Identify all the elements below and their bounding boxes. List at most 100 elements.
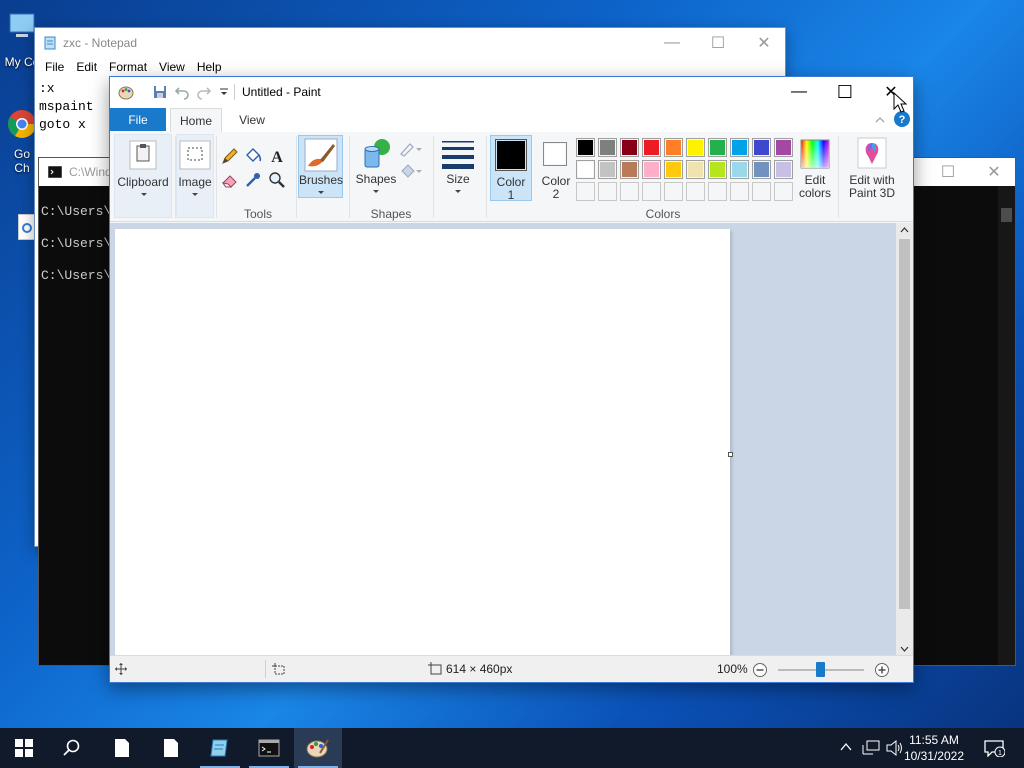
- maximize-button[interactable]: ☐: [925, 158, 971, 186]
- console-line: C:\Users\: [41, 236, 112, 251]
- save-icon[interactable]: [152, 84, 168, 100]
- color-swatch[interactable]: [576, 160, 595, 179]
- color-swatch[interactable]: [620, 160, 639, 179]
- color-swatch[interactable]: [576, 138, 595, 157]
- scroll-down-icon[interactable]: [900, 646, 909, 652]
- paint-titlebar[interactable]: Untitled - Paint — ☐ ✕: [110, 77, 913, 107]
- cmd-scrollbar[interactable]: [998, 186, 1015, 665]
- collapse-ribbon-icon[interactable]: [874, 115, 886, 125]
- color-swatch[interactable]: [752, 182, 771, 201]
- color2-button[interactable]: Color 2: [536, 135, 578, 201]
- color-swatch[interactable]: [664, 138, 683, 157]
- notepad-title: zxc - Notepad: [63, 36, 138, 50]
- color-swatch[interactable]: [752, 138, 771, 157]
- taskbar-file-2[interactable]: [147, 728, 195, 768]
- color-swatch[interactable]: [774, 138, 793, 157]
- magnifier-icon[interactable]: [267, 170, 287, 190]
- taskbar-paint[interactable]: [294, 728, 342, 768]
- paint-window[interactable]: Untitled - Paint — ☐ ✕ File Home View ? …: [109, 76, 914, 683]
- taskbar-cmd[interactable]: [245, 728, 293, 768]
- taskbar-notepad[interactable]: [196, 728, 244, 768]
- color-swatch[interactable]: [752, 160, 771, 179]
- zoom-in-icon[interactable]: [874, 662, 890, 678]
- canvas-resize-handle[interactable]: [728, 452, 733, 457]
- canvas-area[interactable]: [110, 223, 898, 656]
- close-button[interactable]: ✕: [971, 158, 1017, 186]
- color-swatch[interactable]: [664, 182, 683, 201]
- minimize-button[interactable]: —: [649, 28, 695, 58]
- notepad-titlebar[interactable]: zxc - Notepad — ☐ ✕: [35, 28, 785, 58]
- taskbar-file-1[interactable]: [98, 728, 146, 768]
- size-button[interactable]: Size: [437, 134, 479, 200]
- color-swatch[interactable]: [598, 138, 617, 157]
- redo-icon[interactable]: [196, 84, 212, 100]
- scroll-thumb[interactable]: [899, 239, 910, 609]
- fill-icon[interactable]: [398, 162, 424, 180]
- system-clock[interactable]: 11:55 AM 10/31/2022: [904, 732, 964, 764]
- color-swatch[interactable]: [642, 138, 661, 157]
- color-swatch[interactable]: [686, 138, 705, 157]
- maximize-button[interactable]: ☐: [822, 77, 868, 107]
- color-swatch[interactable]: [730, 182, 749, 201]
- pencil-icon[interactable]: [220, 146, 240, 166]
- paint-app-icon[interactable]: [118, 84, 134, 100]
- image-button[interactable]: Image: [176, 134, 214, 218]
- zoom-out-icon[interactable]: [752, 662, 768, 678]
- notification-icon[interactable]: 1: [983, 739, 1005, 757]
- scroll-up-icon[interactable]: [900, 227, 909, 233]
- undo-icon[interactable]: [174, 84, 190, 100]
- notepad-text-area[interactable]: :x mspaint goto x: [39, 80, 94, 134]
- chevron-up-icon[interactable]: [840, 742, 852, 752]
- minimize-button[interactable]: —: [776, 77, 822, 107]
- close-button[interactable]: ✕: [868, 77, 914, 107]
- brushes-button[interactable]: Brushes: [298, 135, 343, 198]
- color-swatch[interactable]: [774, 182, 793, 201]
- color-swatch[interactable]: [708, 182, 727, 201]
- network-icon[interactable]: [862, 740, 880, 756]
- color-swatch[interactable]: [664, 160, 683, 179]
- outline-icon[interactable]: [398, 140, 424, 158]
- eraser-icon[interactable]: [220, 170, 240, 190]
- color-swatch[interactable]: [576, 182, 595, 201]
- drawing-canvas[interactable]: [115, 229, 730, 656]
- menu-help[interactable]: Help: [191, 58, 228, 78]
- close-button[interactable]: ✕: [741, 28, 787, 58]
- canvas-vertical-scrollbar[interactable]: [896, 223, 913, 656]
- color-swatch[interactable]: [620, 182, 639, 201]
- color-swatch[interactable]: [708, 160, 727, 179]
- volume-icon[interactable]: [886, 740, 904, 756]
- scroll-thumb[interactable]: [1001, 208, 1012, 222]
- menu-file[interactable]: File: [39, 58, 70, 78]
- maximize-icon: ☐: [940, 164, 956, 181]
- color-swatch[interactable]: [620, 138, 639, 157]
- menu-edit[interactable]: Edit: [70, 58, 103, 78]
- color-swatch[interactable]: [708, 138, 727, 157]
- color-swatch[interactable]: [730, 160, 749, 179]
- color-swatch[interactable]: [598, 160, 617, 179]
- start-button[interactable]: [0, 728, 48, 768]
- color-swatch[interactable]: [598, 182, 617, 201]
- tab-view[interactable]: View: [228, 108, 276, 132]
- color-swatch[interactable]: [686, 160, 705, 179]
- color-picker-icon[interactable]: [243, 170, 263, 190]
- zoom-slider-thumb[interactable]: [816, 662, 825, 677]
- customize-quick-access-icon[interactable]: [216, 84, 232, 100]
- edit-with-paint3d-button[interactable]: Edit with Paint 3D: [842, 134, 902, 200]
- menu-format[interactable]: Format: [103, 58, 153, 78]
- clipboard-button[interactable]: Clipboard: [114, 134, 172, 218]
- color-swatch[interactable]: [686, 182, 705, 201]
- menu-view[interactable]: View: [153, 58, 191, 78]
- text-icon[interactable]: A: [267, 146, 287, 166]
- fill-bucket-icon[interactable]: [243, 146, 263, 166]
- tab-file[interactable]: File: [110, 108, 166, 131]
- color-swatch[interactable]: [642, 182, 661, 201]
- shapes-button[interactable]: Shapes: [353, 134, 399, 200]
- tab-home[interactable]: Home: [170, 108, 222, 132]
- color-swatch[interactable]: [730, 138, 749, 157]
- color-swatch[interactable]: [642, 160, 661, 179]
- color-swatch[interactable]: [774, 160, 793, 179]
- color1-button[interactable]: Color 1: [490, 135, 532, 202]
- edit-colors-button[interactable]: Edit colors: [794, 134, 836, 200]
- maximize-button[interactable]: ☐: [695, 28, 741, 58]
- search-button[interactable]: [48, 728, 96, 768]
